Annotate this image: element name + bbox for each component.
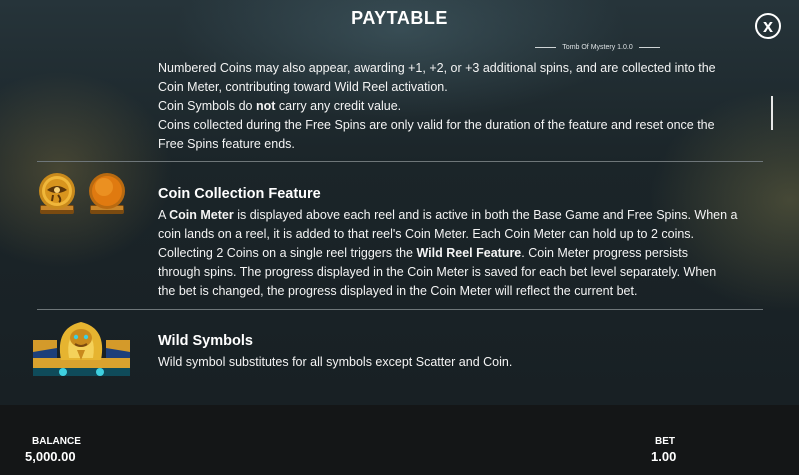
scrollbar-thumb[interactable]	[771, 96, 773, 130]
coin-feature-line: A Coin Meter is displayed above each ree…	[158, 208, 738, 222]
intro-line: Numbered Coins may also appear, awarding…	[158, 61, 716, 75]
coin-feature-line: coin lands on a reel, it is added to tha…	[158, 227, 695, 241]
bet-value: 1.00	[651, 449, 677, 464]
intro-line: Coin Meter, contributing toward Wild Ree…	[158, 80, 448, 94]
footer-bar: BALANCE 5,000.00 BET 1.00	[0, 405, 799, 475]
game-version: Tomb Of Mystery 1.0.0	[562, 43, 633, 51]
intro-line: Free Spins feature ends.	[158, 137, 295, 151]
wild-reel-term: Wild Reel Feature	[416, 246, 522, 260]
section-divider	[37, 161, 763, 162]
intro-line: Coins collected during the Free Spins ar…	[158, 118, 715, 132]
coin-feature-line: Collecting 2 Coins on a single reel trig…	[158, 246, 688, 260]
coin-feature-heading: Coin Collection Feature	[158, 186, 321, 202]
coin-meter-term: Coin Meter	[169, 208, 234, 222]
coin-feature-line: the bet is changed, the progress display…	[158, 284, 638, 298]
divider-right	[638, 46, 661, 48]
version-label-row: Tomb Of Mystery 1.0.0	[535, 42, 661, 52]
intro-line: Coin Symbols do not carry any credit val…	[158, 99, 402, 113]
coin-feature-line: through spins. The progress displayed in…	[158, 265, 717, 279]
page-title: PAYTABLE	[351, 8, 448, 28]
coin-feature-paragraph: A Coin Meter is displayed above each ree…	[158, 206, 738, 301]
balance-value: 5,000.00	[25, 449, 76, 464]
blank-gold-coin-icon	[89, 173, 125, 214]
close-button[interactable]: x	[755, 13, 781, 39]
intro-paragraph: Numbered Coins may also appear, awarding…	[158, 59, 716, 154]
wild-symbols-text: Wild symbol substitutes for all symbols …	[158, 355, 513, 369]
coin-symbols	[39, 173, 125, 214]
balance-label: BALANCE	[32, 436, 81, 447]
emphasis-text: not	[255, 99, 276, 113]
divider-left	[535, 46, 557, 48]
section-divider	[37, 309, 763, 310]
golden-cobra-wild-icon	[33, 322, 130, 376]
close-icon: x	[762, 16, 773, 36]
bet-label: BET	[655, 436, 675, 447]
wild-symbols-heading: Wild Symbols	[158, 333, 253, 349]
eye-of-horus-coin-icon	[39, 173, 75, 214]
